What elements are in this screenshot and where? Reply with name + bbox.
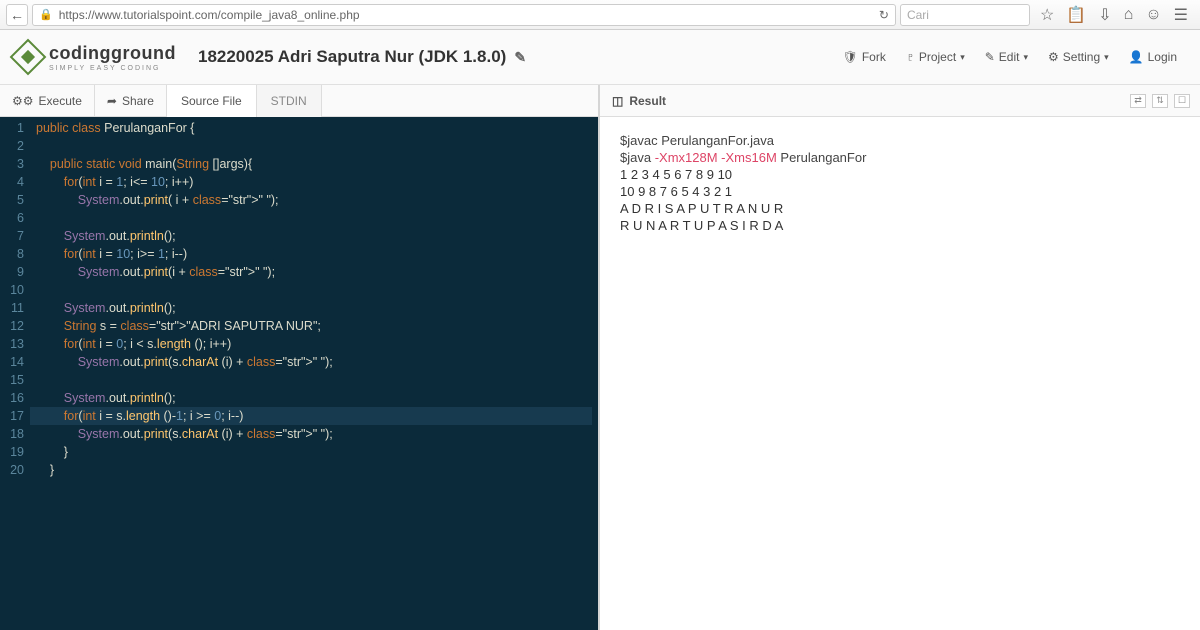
code-line[interactable]: System.out.print( i + class="str">" ");: [36, 191, 598, 209]
user-icon: 👤: [1129, 50, 1144, 64]
chevron-down-icon: ▾: [960, 52, 965, 63]
code-line[interactable]: public static void main(String []args){: [36, 155, 598, 173]
code-line[interactable]: public class PerulanganFor {: [36, 119, 598, 137]
logo[interactable]: codingground SIMPLY EASY CODING: [15, 43, 176, 72]
share-icon: ➦: [107, 94, 117, 108]
back-button[interactable]: ←: [6, 4, 28, 26]
setting-button[interactable]: ⚙Setting▾: [1040, 46, 1117, 68]
code-line[interactable]: System.out.print(s.charAt (i) + class="s…: [36, 353, 598, 371]
fork-icon: 🛡: [843, 50, 858, 64]
url-text: https://www.tutorialspoint.com/compile_j…: [59, 8, 360, 22]
code-line[interactable]: System.out.print(s.charAt (i) + class="s…: [36, 425, 598, 443]
project-button[interactable]: ♇Project▾: [898, 46, 973, 68]
output-line: R U N A R T U P A S I R D A: [620, 217, 1180, 234]
output-line: 10 9 8 7 6 5 4 3 2 1: [620, 183, 1180, 200]
output-line: 1 2 3 4 5 6 7 8 9 10: [620, 166, 1180, 183]
chrome-toolbar-icons: ☆ 📋 ⇩ ⌂ ☺ ☰: [1034, 5, 1194, 25]
pencil-icon: ✎: [985, 50, 995, 64]
code-line[interactable]: for(int i = s.length ()-1; i >= 0; i--): [30, 407, 592, 425]
output-area: $javac PerulanganFor.java $java -Xmx128M…: [600, 117, 1200, 630]
browser-chrome: ← 🔒 https://www.tutorialspoint.com/compi…: [0, 0, 1200, 30]
body-row: ⚙​⚙Execute ➦Share Source File STDIN 1234…: [0, 85, 1200, 630]
output-cmd1: $javac PerulanganFor.java: [620, 132, 1180, 149]
code-line[interactable]: [36, 137, 598, 155]
edit-title-icon[interactable]: ✎: [514, 49, 526, 66]
editor-toolbar: ⚙​⚙Execute ➦Share Source File STDIN: [0, 85, 598, 117]
logo-subtext: SIMPLY EASY CODING: [49, 65, 176, 72]
login-button[interactable]: 👤Login: [1121, 46, 1185, 68]
editor-panel: ⚙​⚙Execute ➦Share Source File STDIN 1234…: [0, 85, 600, 630]
home-icon[interactable]: ⌂: [1124, 5, 1134, 25]
output-line: A D R I S A P U T R A N U R: [620, 200, 1180, 217]
page-title: 18220025 Adri Saputra Nur (JDK 1.8.0) ✎: [198, 47, 526, 67]
tab-source-file[interactable]: Source File: [167, 85, 257, 117]
result-window-controls: ⇄ ⇅ ☐: [1130, 94, 1200, 108]
code-line[interactable]: System.out.println();: [36, 227, 598, 245]
code-area[interactable]: public class PerulanganFor { public stat…: [30, 117, 598, 630]
tree-icon: ♇: [906, 50, 915, 64]
chevron-down-icon: ▾: [1104, 52, 1109, 63]
tab-stdin[interactable]: STDIN: [257, 85, 322, 117]
result-label: ◫Result: [600, 94, 678, 108]
code-line[interactable]: for(int i = 0; i < s.length (); i++): [36, 335, 598, 353]
execute-button[interactable]: ⚙​⚙Execute: [0, 85, 95, 117]
gears-icon: ⚙​⚙: [12, 94, 34, 108]
code-editor[interactable]: 1234567891011121314151617181920 public c…: [0, 117, 598, 630]
code-line[interactable]: System.out.print(i + class="str">" ");: [36, 263, 598, 281]
code-line[interactable]: System.out.println();: [36, 299, 598, 317]
result-panel: ◫Result ⇄ ⇅ ☐ $javac PerulanganFor.java …: [600, 85, 1200, 630]
code-line[interactable]: [36, 209, 598, 227]
logo-icon: [10, 39, 47, 76]
fullscreen-icon[interactable]: ☐: [1174, 94, 1190, 108]
fork-button[interactable]: 🛡Fork: [835, 46, 894, 68]
logo-text: codingground: [49, 43, 176, 64]
code-line[interactable]: [36, 371, 598, 389]
edit-button[interactable]: ✎Edit▾: [977, 46, 1036, 68]
code-line[interactable]: String s = class="str">"ADRI SAPUTRA NUR…: [36, 317, 598, 335]
address-bar[interactable]: 🔒 https://www.tutorialspoint.com/compile…: [32, 4, 896, 26]
collapse-icon[interactable]: ⇄: [1130, 94, 1146, 108]
page-title-text: 18220025 Adri Saputra Nur (JDK 1.8.0): [198, 47, 506, 67]
bars-icon: ◫: [612, 94, 623, 108]
search-bar[interactable]: Cari: [900, 4, 1030, 26]
code-line[interactable]: }: [36, 461, 598, 479]
header-actions: 🛡Fork ♇Project▾ ✎Edit▾ ⚙Setting▾ 👤Login: [835, 46, 1185, 68]
bookmark-icon[interactable]: ☆: [1040, 5, 1054, 25]
result-toolbar: ◫Result ⇄ ⇅ ☐: [600, 85, 1200, 117]
menu-icon[interactable]: ☰: [1174, 5, 1188, 25]
code-line[interactable]: for(int i = 1; i<= 10; i++): [36, 173, 598, 191]
code-line[interactable]: [36, 281, 598, 299]
app-window: codingground SIMPLY EASY CODING 18220025…: [0, 30, 1200, 630]
expand-icon[interactable]: ⇅: [1152, 94, 1168, 108]
chevron-down-icon: ▾: [1023, 52, 1028, 63]
download-icon[interactable]: ⇩: [1098, 5, 1111, 25]
refresh-icon[interactable]: ↻: [879, 8, 889, 22]
clipboard-icon[interactable]: 📋: [1066, 5, 1086, 25]
search-placeholder: Cari: [907, 8, 929, 22]
smiley-icon[interactable]: ☺: [1145, 5, 1161, 25]
output-cmd2: $java -Xmx128M -Xms16M PerulanganFor: [620, 149, 1180, 166]
gear-icon: ⚙: [1048, 50, 1059, 64]
lock-icon: 🔒: [39, 8, 53, 21]
share-button[interactable]: ➦Share: [95, 85, 167, 117]
app-header: codingground SIMPLY EASY CODING 18220025…: [0, 30, 1200, 85]
code-line[interactable]: }: [36, 443, 598, 461]
line-gutter: 1234567891011121314151617181920: [0, 117, 30, 630]
code-line[interactable]: System.out.println();: [36, 389, 598, 407]
code-line[interactable]: for(int i = 10; i>= 1; i--): [36, 245, 598, 263]
